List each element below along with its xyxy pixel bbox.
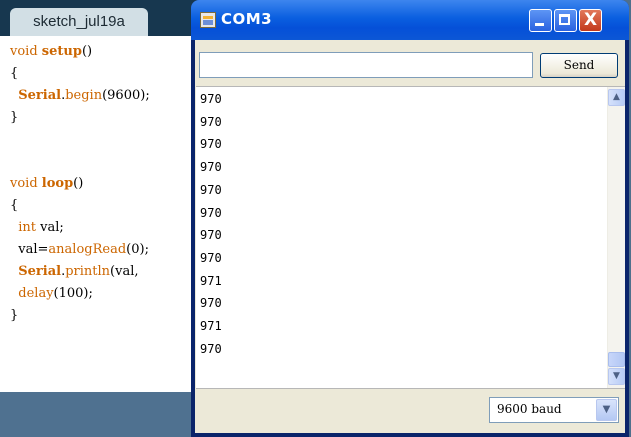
- code-token: loop: [41, 176, 74, 191]
- ide-status-area: [0, 392, 200, 437]
- baud-rate-value: 9600 baud: [497, 402, 562, 416]
- output-line: 970: [200, 137, 222, 152]
- window-title: COM3: [221, 10, 273, 28]
- code-line: delay(100);: [10, 284, 93, 304]
- close-button[interactable]: X: [579, 9, 602, 32]
- code-token: delay: [18, 286, 54, 301]
- code-token: val=: [10, 242, 49, 257]
- code-token: (0);: [126, 242, 149, 257]
- code-token: (9600);: [102, 88, 150, 103]
- baud-rate-select[interactable]: 9600 baud ▼: [489, 397, 619, 423]
- code-token: setup: [41, 44, 82, 59]
- output-line: 970: [200, 92, 222, 106]
- ide-tab-bar: sketch_jul19a: [0, 0, 200, 36]
- output-line: 971: [200, 319, 222, 333]
- output-line: 970: [200, 341, 222, 356]
- code-token: (): [81, 44, 93, 59]
- output-line: 970: [200, 182, 222, 197]
- code-line: }: [10, 306, 18, 326]
- minimize-icon: [535, 23, 544, 26]
- app-icon: [200, 12, 216, 28]
- scroll-thumb[interactable]: [608, 352, 625, 367]
- code-line: Serial.begin(9600);: [10, 86, 150, 106]
- maximize-icon: [559, 14, 570, 25]
- code-token: println: [65, 264, 111, 279]
- chevron-down-icon: ▼: [613, 371, 620, 381]
- code-token: {: [10, 66, 19, 81]
- code-token: }: [10, 308, 19, 323]
- code-token: begin: [65, 88, 103, 103]
- code-line: void loop(): [10, 174, 83, 194]
- code-token: {: [10, 198, 19, 213]
- arduino-ide-window: sketch_jul19a void setup(){ Serial.begin…: [0, 0, 200, 437]
- code-line: int val;: [10, 218, 64, 238]
- code-token: void: [10, 176, 42, 191]
- serial-monitor-window: COM3 X Send 970 970 970 970 970 970 970 970 971 9…: [191, 0, 629, 437]
- monitor-client-area: Send 970 970 970 970 970 970 970 970 971 970 971 97…: [195, 40, 625, 433]
- code-line: {: [10, 64, 18, 84]
- output-line: 971: [200, 273, 222, 288]
- code-token: Serial: [18, 88, 62, 103]
- baud-dropdown-button[interactable]: ▼: [596, 399, 617, 421]
- code-token: (val,: [110, 264, 139, 279]
- output-line: 970: [200, 114, 222, 129]
- send-button[interactable]: Send: [540, 53, 618, 78]
- output-line: 970: [200, 250, 222, 265]
- output-line: 970: [200, 296, 222, 311]
- code-line: Serial.println(val,: [10, 262, 139, 282]
- code-token: val;: [36, 220, 64, 235]
- close-icon: X: [583, 10, 598, 30]
- code-token: void: [10, 44, 42, 59]
- send-input[interactable]: [199, 52, 533, 78]
- vertical-scrollbar[interactable]: ▲ ▼: [607, 87, 625, 388]
- code-token: }: [10, 110, 19, 125]
- code-token: analogRead: [48, 242, 127, 257]
- output-line: 970: [200, 228, 222, 243]
- code-line: void setup(): [10, 42, 92, 62]
- code-line: }: [10, 108, 18, 128]
- output-line: 970: [200, 160, 222, 175]
- minimize-button[interactable]: [529, 9, 552, 32]
- output-line: 970: [200, 205, 222, 220]
- scroll-down-button[interactable]: ▼: [608, 368, 625, 385]
- code-token: int: [18, 220, 37, 235]
- code-line: {: [10, 196, 18, 216]
- serial-output[interactable]: 970 970 970 970 970 970 970 970 971 970 971 970 ▲ ▼: [196, 86, 625, 389]
- code-editor[interactable]: void setup(){ Serial.begin(9600);} void l…: [0, 36, 200, 392]
- code-line: val=analogRead(0);: [10, 240, 149, 260]
- tab-sketch[interactable]: sketch_jul19a: [10, 8, 148, 36]
- code-token: (): [73, 176, 84, 191]
- chevron-up-icon: ▲: [613, 92, 620, 102]
- chevron-down-icon: ▼: [602, 404, 611, 415]
- title-bar[interactable]: COM3 X: [191, 0, 629, 40]
- code-token: (100);: [53, 286, 93, 301]
- scroll-up-button[interactable]: ▲: [608, 89, 625, 106]
- code-token: Serial: [18, 264, 62, 279]
- maximize-button[interactable]: [554, 9, 577, 32]
